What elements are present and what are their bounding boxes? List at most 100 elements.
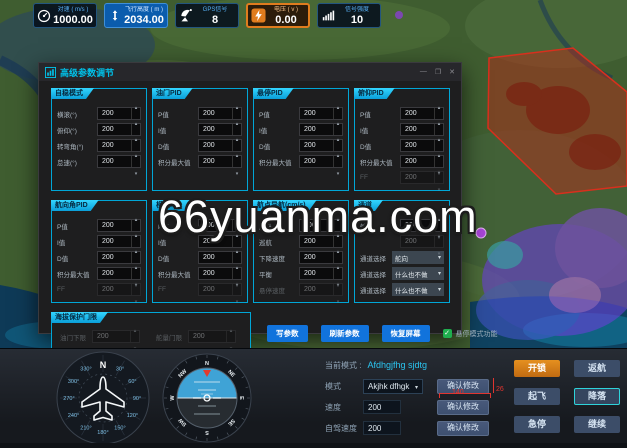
param-label: D值 [158,253,169,263]
minimize-button[interactable]: — [420,68,427,76]
estop-button[interactable]: 急停 [514,416,560,433]
svg-text:240°: 240° [68,413,79,419]
spinner-down-button[interactable] [438,242,441,260]
spinner-arrows [131,156,140,167]
confirm-edit-button[interactable]: 确认修改 [437,421,489,436]
spinner-up-button[interactable] [236,272,239,290]
restore-screen-button[interactable]: 恢复屏幕 [382,325,430,342]
speed-input[interactable] [363,400,401,414]
spinner-input[interactable]: 200 [198,155,242,168]
group-body: P值200I值200D值200积分最大值200 [259,107,343,168]
param-row: 平衡200 [259,267,343,280]
return-home-button[interactable]: 返航 [574,360,620,377]
spinner-value: 200 [199,140,232,151]
svg-text:300°: 300° [68,379,79,385]
spinner-arrows [333,156,342,167]
select-input[interactable]: 什么也不做 [392,267,444,280]
dialog-titlebar[interactable]: 高级参数调节 — ❐ ✕ [39,63,461,81]
param-row: I值200 [57,235,141,248]
current-mode-label: 当前模式 : [325,360,361,371]
autopilot-speed-input[interactable] [363,421,401,435]
signal-bars-icon [320,9,336,22]
spinner-value: 200 [98,140,131,151]
param-label: I值 [158,125,166,135]
param-label: P值 [360,109,371,119]
spinner-up-button[interactable] [337,272,340,290]
mode-select[interactable]: Akjhk dfhgk [363,379,423,394]
param-row: P值200 [360,107,444,120]
spinner-down-button[interactable] [337,162,340,180]
chart-icon [45,67,56,78]
speedometer-icon [36,9,52,23]
hover-mode-checkbox[interactable]: 悬停模式功能 [443,329,498,339]
spinner-up-button[interactable] [236,144,239,162]
spinner-value: 200 [300,108,333,119]
spinner-value: 200 [300,140,333,151]
param-label: D值 [259,141,270,151]
param-label: FF [360,174,368,181]
arm-button[interactable]: 开锁 [514,360,560,377]
param-row: 横滚(°)200 [57,107,141,120]
spinner-input[interactable]: 200 [92,330,140,343]
param-row: D值200 [57,251,141,264]
param-label: P值 [158,109,169,119]
spinner-input[interactable]: 200 [97,155,141,168]
close-button[interactable]: ✕ [449,68,455,76]
param-row: P值200 [158,107,242,120]
confirm-edit-button[interactable]: 确认修改 [437,400,489,415]
spinner-up-button[interactable] [230,319,233,337]
select-value: 什么也不做 [395,285,428,295]
status-box-altitude: 飞行高度 ( m )2034.00 [104,3,168,28]
group-header: 油门PID [152,88,193,99]
spinner-input[interactable]: 200 [299,283,343,296]
refresh-params-button[interactable]: 刷新参数 [321,325,369,342]
spinner-input[interactable]: 200 [97,283,141,296]
spinner-value: 200 [401,124,434,135]
param-group-2: 悬停PIDP值200I值200D值200积分最大值200 [253,88,349,191]
spinner-up-button[interactable] [337,144,340,162]
spinner-up-button[interactable] [438,160,441,178]
spinner-arrows [232,156,241,167]
spinner-up-button[interactable] [135,144,138,162]
spinner-down-button[interactable] [337,290,340,308]
spinner-up-button[interactable] [135,272,138,290]
spinner-input[interactable]: 200 [299,155,343,168]
checkbox-label: 悬停模式功能 [456,329,498,339]
land-button[interactable]: 降落 [574,388,620,405]
current-mode-value: Afdhgjfhg sjdtg [367,360,427,370]
select-input[interactable]: 舵向 [392,251,444,264]
select-input[interactable]: 什么也不做 [392,283,444,296]
continue-button[interactable]: 继续 [574,416,620,433]
param-row: 悬停速度200 [259,283,343,296]
spinner-up-button[interactable] [134,319,137,337]
spinner-down-button[interactable] [135,162,138,180]
caret-down-icon [415,382,418,391]
param-label: 怠速(°) [57,157,77,167]
svg-text:N: N [100,360,107,370]
spinner-value: 200 [98,268,131,279]
param-label: P值 [57,221,68,231]
param-row: I值200 [360,123,444,136]
svg-text:S: S [205,429,209,435]
param-row: 积分最大值200 [360,155,444,168]
spinner-down-button[interactable] [236,162,239,180]
status-label: 电压 ( v ) [266,6,306,14]
param-row: 通道选择舵向 [360,251,444,264]
spinner-input[interactable]: 200 [400,171,444,184]
compass-gauge: N30°60°90°120°150°180°210°240°270°300°33… [57,352,149,444]
status-box-signal: 信号强度10 [317,3,381,28]
param-row: 俯仰(°)200 [57,123,141,136]
write-params-button[interactable]: 写参数 [267,325,308,342]
spinner-down-button[interactable] [135,290,138,308]
param-row: FF 200 [158,283,242,296]
param-row: 通道选择什么也不做 [360,283,444,296]
spinner-input[interactable]: 200 [198,283,242,296]
group-header: 航向角PID [51,200,99,211]
param-row: P值200 [259,107,343,120]
param-label: FF [158,286,166,293]
takeoff-button[interactable]: 起飞 [514,388,560,405]
spinner-down-button[interactable] [236,290,239,308]
group-body: P值200I值200D值200积分最大值200FF200 [57,219,141,296]
maximize-button[interactable]: ❐ [435,68,441,76]
spinner-input[interactable]: 200 [188,330,236,343]
